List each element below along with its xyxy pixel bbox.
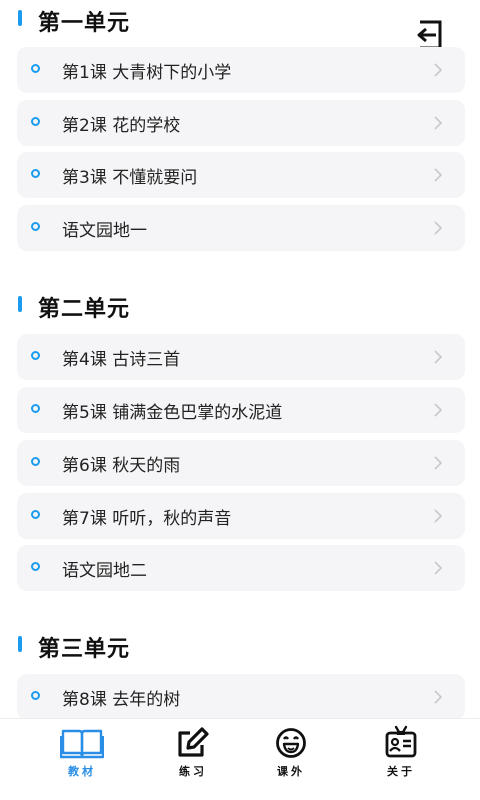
chevron-right-icon xyxy=(425,503,451,529)
lesson-label: 第6课 秋天的雨 xyxy=(62,455,181,476)
chevron-right-icon xyxy=(425,397,451,423)
unit-header-3: 第三单元 xyxy=(18,632,130,662)
unit-marker xyxy=(18,636,22,652)
unit-title: 第一单元 xyxy=(38,11,131,36)
tab-practice[interactable]: 练习 xyxy=(153,719,233,800)
lesson-item[interactable]: 第1课 大青树下的小学 xyxy=(17,47,465,93)
chevron-right-icon xyxy=(425,162,451,188)
bullet-icon xyxy=(31,510,40,519)
tab-label: 练习 xyxy=(179,765,207,778)
bullet-icon xyxy=(31,169,40,178)
lesson-item[interactable]: 语文园地二 xyxy=(17,545,465,591)
tab-label: 关于 xyxy=(387,765,415,778)
lesson-label: 第2课 花的学校 xyxy=(62,115,181,136)
lesson-list: 第一单元 第1课 大青树下的小学 第2课 花的学校 第3课 不懂就要问 语文园地… xyxy=(0,0,480,718)
edit-icon xyxy=(178,727,209,757)
bullet-icon xyxy=(31,691,40,700)
lesson-label: 第5课 铺满金色巴掌的水泥道 xyxy=(62,402,283,423)
chevron-right-icon xyxy=(425,110,451,136)
lesson-item[interactable]: 第5课 铺满金色巴掌的水泥道 xyxy=(17,387,465,433)
lesson-label: 语文园地一 xyxy=(62,220,147,241)
bottom-tab-bar: 教材 练习 课外 关于 xyxy=(0,718,480,800)
tab-extracurricular[interactable]: 课外 xyxy=(251,719,331,800)
bullet-icon xyxy=(31,222,40,231)
bullet-icon xyxy=(31,351,40,360)
lesson-item[interactable]: 第8课 去年的树 xyxy=(17,674,465,718)
tab-textbook[interactable]: 教材 xyxy=(42,719,122,800)
tab-about[interactable]: 关于 xyxy=(361,719,441,800)
lesson-item[interactable]: 第7课 听听，秋的声音 xyxy=(17,493,465,539)
bullet-icon xyxy=(31,404,40,413)
unit-header-1: 第一单元 xyxy=(18,6,130,36)
lesson-label: 第1课 大青树下的小学 xyxy=(62,62,232,83)
book-icon xyxy=(60,729,104,759)
lesson-item[interactable]: 语文园地一 xyxy=(17,205,465,251)
chevron-right-icon xyxy=(425,344,451,370)
lesson-item[interactable]: 第4课 古诗三首 xyxy=(17,334,465,380)
lesson-item[interactable]: 第3课 不懂就要问 xyxy=(17,152,465,198)
chevron-right-icon xyxy=(425,215,451,241)
lesson-item[interactable]: 第2课 花的学校 xyxy=(17,100,465,146)
bullet-icon xyxy=(31,562,40,571)
unit-title: 第二单元 xyxy=(38,297,131,322)
chevron-right-icon xyxy=(425,57,451,83)
lesson-item[interactable]: 第6课 秋天的雨 xyxy=(17,440,465,486)
lesson-label: 第3课 不懂就要问 xyxy=(62,167,198,188)
unit-header-2: 第二单元 xyxy=(18,292,130,322)
bullet-icon xyxy=(31,457,40,466)
unit-title: 第三单元 xyxy=(38,637,131,662)
bullet-icon xyxy=(31,64,40,73)
bullet-icon xyxy=(31,117,40,126)
smile-icon xyxy=(276,728,306,758)
chevron-right-icon xyxy=(425,555,451,581)
chevron-right-icon xyxy=(425,450,451,476)
lesson-label: 语文园地二 xyxy=(62,560,147,581)
tab-label: 教材 xyxy=(68,765,96,778)
lesson-label: 第4课 古诗三首 xyxy=(62,349,181,370)
unit-marker xyxy=(18,10,22,26)
lesson-label: 第8课 去年的树 xyxy=(62,689,181,710)
tab-label: 课外 xyxy=(277,765,305,778)
id-badge-icon xyxy=(385,725,417,758)
unit-marker xyxy=(18,296,22,312)
chevron-right-icon xyxy=(425,684,451,710)
lesson-label: 第7课 听听，秋的声音 xyxy=(62,508,232,529)
